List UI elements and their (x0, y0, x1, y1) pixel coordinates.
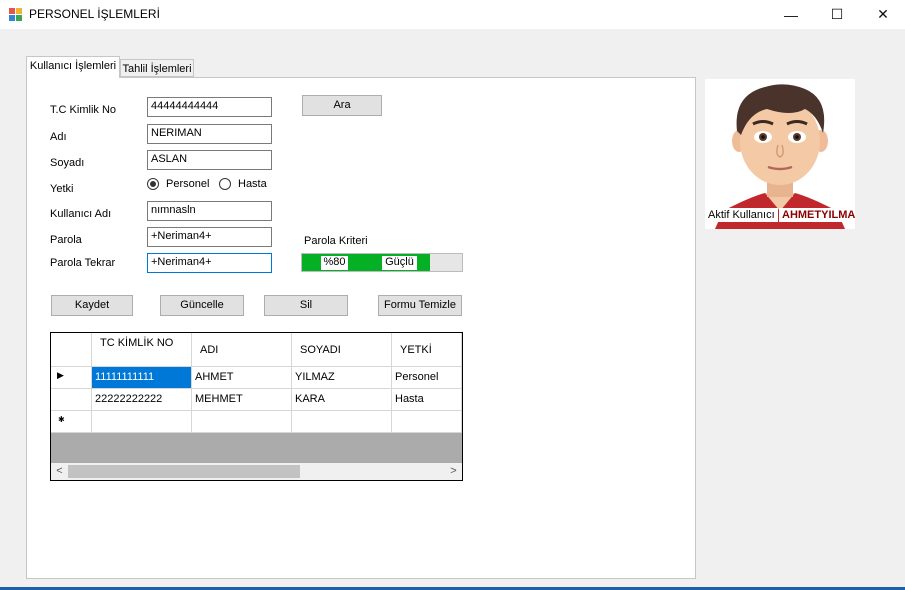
role-label: Yetki (50, 183, 74, 195)
name-input[interactable]: NERIMAN (147, 124, 272, 144)
delete-button[interactable]: Sil (264, 295, 348, 316)
minimize-button[interactable]: — (768, 0, 814, 29)
title-bar: PERSONEL İŞLEMLERİ — ☐ ✕ (0, 0, 905, 29)
strength-percent-label: %80 (321, 256, 348, 270)
password-repeat-label: Parola Tekrar (50, 257, 116, 269)
name-label: Adı (50, 131, 67, 143)
tab-kullanici-islemleri[interactable]: Kullanıcı İşlemleri (26, 56, 120, 78)
row-header[interactable] (51, 389, 92, 411)
table-cell-new[interactable] (92, 411, 192, 433)
role-personel-label[interactable]: Personel (166, 178, 209, 190)
password-input[interactable]: +Neriman4+ (147, 227, 272, 247)
table-cell[interactable]: Hasta (392, 389, 462, 411)
save-button[interactable]: Kaydet (51, 295, 133, 316)
grid-corner-header (51, 333, 92, 367)
username-label: Kullanıcı Adı (50, 208, 112, 220)
scroll-left-icon[interactable]: < (51, 463, 68, 480)
window-title: PERSONEL İŞLEMLERİ (29, 7, 160, 21)
update-button[interactable]: Güncelle (160, 295, 244, 316)
maximize-button[interactable]: ☐ (814, 0, 860, 29)
avatar-illustration (705, 79, 855, 229)
row-header-new[interactable]: ✱ (51, 411, 92, 433)
scroll-right-icon[interactable]: > (445, 463, 462, 480)
tab-tahlil-islemleri[interactable]: Tahlil İşlemleri (120, 59, 194, 77)
close-button[interactable]: ✕ (860, 0, 905, 29)
clear-form-button[interactable]: Formu Temizle (378, 295, 462, 316)
active-user-label: Aktif Kullanıcı (705, 208, 778, 222)
table-cell[interactable]: 22222222222 (92, 389, 192, 411)
password-label: Parola (50, 234, 82, 246)
table-cell-new[interactable] (292, 411, 392, 433)
password-strength-bar: %80 Güçlü (301, 253, 463, 272)
table-cell[interactable]: Personel (392, 367, 462, 389)
table-cell-new[interactable] (392, 411, 462, 433)
table-cell[interactable]: 11111111111 (92, 367, 192, 389)
tab-panel (26, 77, 696, 579)
table-cell-new[interactable] (192, 411, 292, 433)
role-hasta-radio[interactable] (219, 178, 231, 190)
row-header-current[interactable]: ▶ (51, 367, 92, 389)
column-header-adi[interactable]: ADI (192, 333, 292, 367)
password-repeat-input[interactable]: +Neriman4+ (147, 253, 272, 273)
column-header-yetki[interactable]: YETKİ (392, 333, 462, 367)
table-cell[interactable]: AHMET (192, 367, 292, 389)
column-header-tc[interactable]: TC KİMLİK NO (92, 333, 192, 367)
tc-label: T.C Kimlik No (50, 104, 117, 116)
active-user-name: AHMETYILMAZ (779, 208, 855, 222)
surname-label: Soyadı (50, 157, 85, 169)
app-form-icon (9, 8, 22, 21)
personel-grid[interactable]: TC KİMLİK NO ADI SOYADI YETKİ ▶ 11111111… (50, 332, 463, 481)
scrollbar-thumb[interactable] (68, 465, 300, 478)
table-cell[interactable]: MEHMET (192, 389, 292, 411)
strength-text-label: Güçlü (382, 256, 417, 270)
column-header-soyadi[interactable]: SOYADI (292, 333, 392, 367)
role-hasta-label[interactable]: Hasta (238, 178, 267, 190)
role-personel-radio[interactable] (147, 178, 159, 190)
search-button[interactable]: Ara (302, 95, 382, 116)
tc-input[interactable]: 44444444444 (147, 97, 272, 117)
horizontal-scrollbar[interactable]: < > (51, 463, 462, 480)
username-input[interactable]: nımnasln (147, 201, 272, 221)
table-cell[interactable]: KARA (292, 389, 392, 411)
password-criteria-label: Parola Kriteri (304, 235, 368, 247)
user-avatar: Aktif Kullanıcı AHMETYILMAZ (705, 79, 855, 229)
surname-input[interactable]: ASLAN (147, 150, 272, 170)
table-cell[interactable]: YILMAZ (292, 367, 392, 389)
